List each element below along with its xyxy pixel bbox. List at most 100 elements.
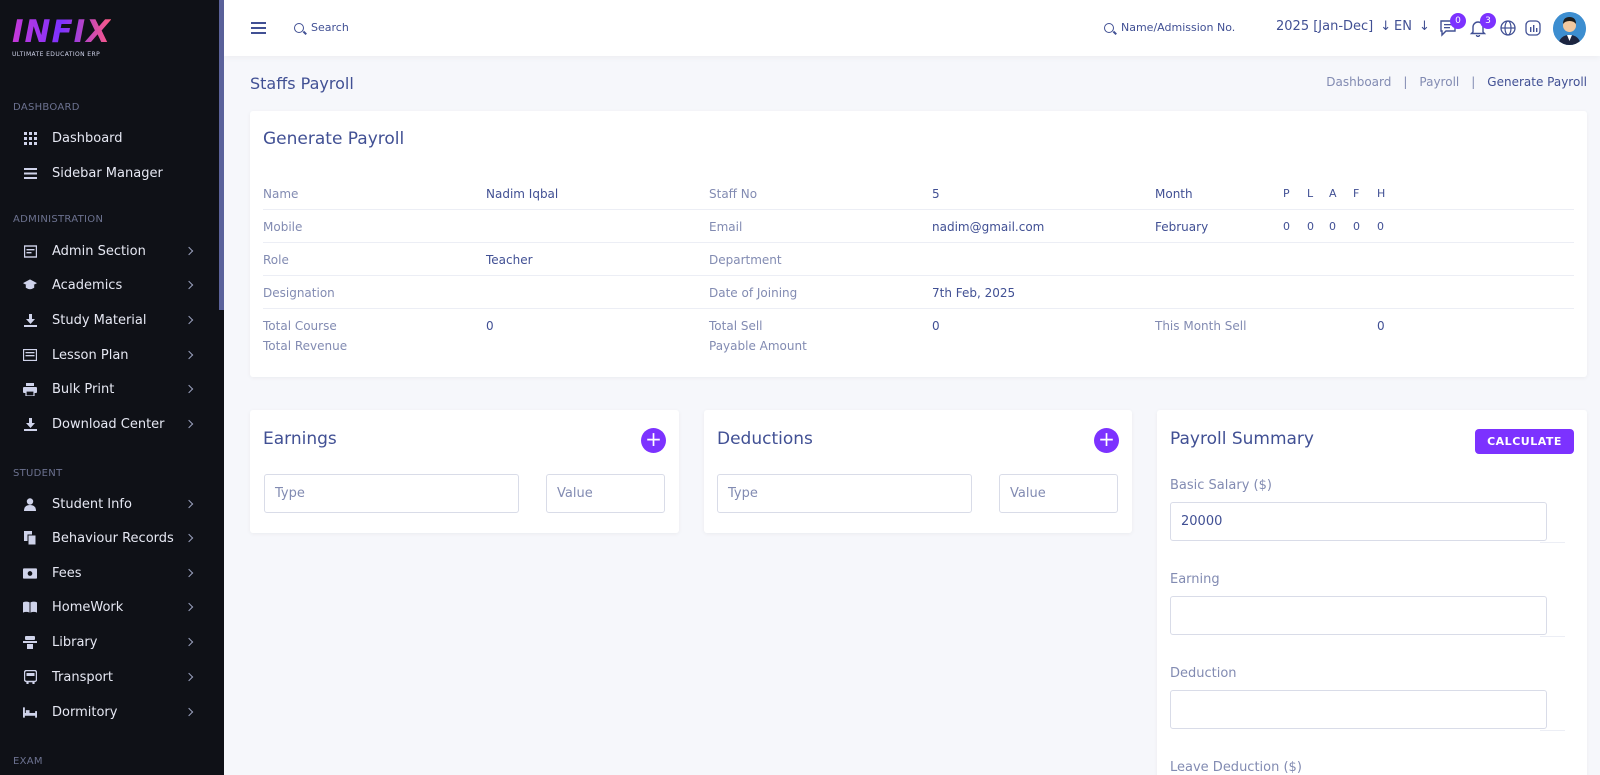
sidebar-item-student-info[interactable]: Student Info	[0, 488, 218, 520]
name-label: Name	[263, 187, 299, 201]
deduction-total-input[interactable]	[1170, 690, 1547, 729]
language-dropdown[interactable]: EN ↓	[1394, 19, 1430, 34]
student-search-input[interactable]: Name/Admission No.	[1104, 21, 1235, 34]
sidebar-item-label: HomeWork	[52, 599, 124, 615]
sidebar-item-sidebar-manager[interactable]: Sidebar Manager	[0, 157, 218, 189]
role-value: Teacher	[486, 253, 533, 267]
info-row-sales: Total Course 0 Total Revenue Total Sell …	[263, 309, 1574, 359]
basic-salary-label: Basic Salary ($)	[1170, 478, 1272, 493]
this-month-sell-label: This Month Sell	[1155, 319, 1247, 333]
user-avatar-icon	[1553, 12, 1586, 45]
dashboard-stats-button[interactable]	[1524, 19, 1542, 37]
leave-deduction-label: Leave Deduction ($)	[1170, 760, 1302, 775]
sidebar-item-academics[interactable]: Academics	[0, 269, 218, 301]
printer-icon	[23, 382, 37, 396]
download-icon	[23, 417, 37, 431]
logo[interactable]: INFIX ULTIMATE EDUCATION ERP	[12, 15, 111, 58]
sidebar-item-bulk-print[interactable]: Bulk Print	[0, 373, 218, 405]
chevron-right-icon	[184, 637, 194, 647]
bed-icon	[23, 705, 37, 719]
designation-label: Designation	[263, 286, 335, 300]
doj-value: 7th Feb, 2025	[932, 286, 1016, 300]
total-sell-value: 0	[932, 319, 940, 333]
section-title-dashboard: DASHBOARD	[13, 102, 80, 113]
attendance-value-a: 0	[1329, 220, 1336, 233]
month-label: Month	[1155, 187, 1193, 201]
search-icon	[1104, 22, 1114, 33]
chevron-right-icon	[184, 707, 194, 717]
sidebar-item-admin-section[interactable]: Admin Section	[0, 235, 218, 267]
earnings-card: Earnings + Type Value	[250, 410, 679, 533]
messages-badge: 0	[1450, 13, 1466, 29]
attendance-value-l: 0	[1307, 220, 1314, 233]
attendance-value-f: 0	[1353, 220, 1360, 233]
breadcrumb-separator: |	[1403, 75, 1408, 89]
attendance-header-h: H	[1377, 187, 1386, 200]
search-input[interactable]: Search	[294, 21, 349, 34]
chevron-right-icon	[184, 568, 194, 578]
add-deduction-button[interactable]: +	[1094, 428, 1119, 453]
sidebar-item-dormitory[interactable]: Dormitory	[0, 696, 218, 728]
sidebar-item-label: Bulk Print	[52, 381, 115, 397]
messages-button[interactable]: 0	[1439, 13, 1466, 37]
notifications-button[interactable]: 3	[1469, 13, 1496, 38]
earning-type-input[interactable]: Type	[264, 474, 519, 513]
sidebar-item-label: Download Center	[52, 416, 165, 432]
arrow-down-icon: ↓	[1418, 19, 1430, 34]
money-icon	[23, 566, 37, 580]
basic-salary-input[interactable]: 20000	[1170, 502, 1547, 541]
sidebar-item-study-material[interactable]: Study Material	[0, 304, 218, 336]
this-month-sell-value: 0	[1377, 319, 1385, 333]
add-earning-button[interactable]: +	[641, 428, 666, 453]
arrow-down-icon: ↓	[1380, 19, 1392, 34]
website-button[interactable]	[1499, 19, 1517, 37]
chevron-right-icon	[184, 246, 194, 256]
deductions-card: Deductions + Type Value	[704, 410, 1132, 533]
stats-icon	[1525, 20, 1541, 36]
sidebar: INFIX ULTIMATE EDUCATION ERP DASHBOARD D…	[0, 0, 224, 775]
notifications-badge: 3	[1480, 13, 1496, 29]
sidebar-item-label: Admin Section	[52, 243, 146, 259]
logo-text: INFIX	[12, 14, 112, 50]
sidebar-item-download-center[interactable]: Download Center	[0, 408, 218, 440]
chevron-right-icon	[184, 315, 194, 325]
calculate-button[interactable]: CALCULATE	[1475, 429, 1574, 454]
earning-label: Earning	[1170, 572, 1220, 587]
deduction-type-input[interactable]: Type	[717, 474, 972, 513]
avatar[interactable]	[1553, 12, 1586, 45]
deduction-value-input[interactable]: Value	[999, 474, 1118, 513]
payable-amount-label: Payable Amount	[709, 339, 807, 353]
field-divider	[1540, 636, 1565, 637]
user-icon	[23, 497, 37, 511]
breadcrumb-dashboard[interactable]: Dashboard	[1326, 75, 1391, 89]
total-revenue-label: Total Revenue	[263, 339, 348, 353]
bus-icon	[23, 670, 37, 684]
total-course-value: 0	[486, 319, 494, 333]
chevron-right-icon	[184, 602, 194, 612]
breadcrumb-payroll[interactable]: Payroll	[1419, 75, 1459, 89]
session-dropdown[interactable]: 2025 [Jan-Dec] ↓	[1276, 19, 1391, 34]
plus-icon: +	[645, 427, 662, 451]
earning-value-input[interactable]: Value	[546, 474, 665, 513]
chevron-right-icon	[184, 533, 194, 543]
attendance-header-a: A	[1329, 187, 1337, 200]
earning-total-input[interactable]	[1170, 596, 1547, 635]
sidebar-item-library[interactable]: Library	[0, 626, 218, 658]
field-divider	[1540, 730, 1565, 731]
chevron-right-icon	[184, 499, 194, 509]
graduation-cap-icon	[23, 278, 37, 292]
sidebar-item-lesson-plan[interactable]: Lesson Plan	[0, 339, 218, 371]
sidebar-item-fees[interactable]: Fees	[0, 557, 218, 589]
sidebar-item-dashboard[interactable]: Dashboard	[0, 122, 218, 154]
book-icon	[23, 600, 37, 614]
department-label: Department	[709, 253, 782, 267]
sidebar-item-homework[interactable]: HomeWork	[0, 591, 218, 623]
globe-icon	[1500, 20, 1516, 36]
hamburger-menu-icon[interactable]	[251, 22, 266, 37]
email-label: Email	[709, 220, 743, 234]
generate-payroll-card: Generate Payroll Name Nadim Iqbal Staff …	[250, 111, 1587, 377]
sidebar-item-behaviour-records[interactable]: Behaviour Records	[0, 522, 218, 554]
info-row-designation: Designation Date of Joining 7th Feb, 202…	[263, 276, 1574, 309]
sidebar-item-transport[interactable]: Transport	[0, 661, 218, 693]
section-title-student: STUDENT	[13, 468, 63, 479]
